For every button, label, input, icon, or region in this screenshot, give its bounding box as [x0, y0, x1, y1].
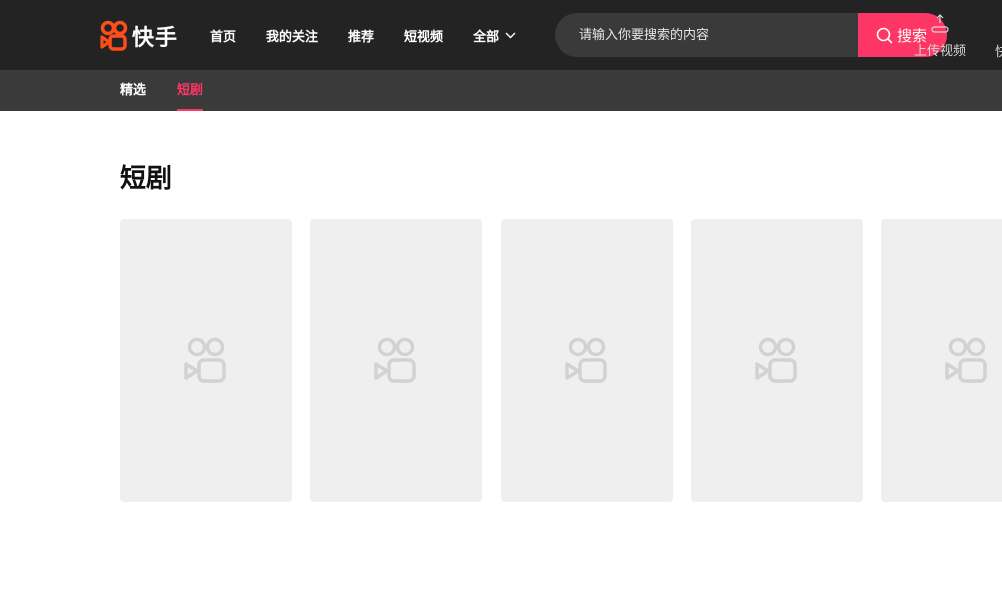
nav-item-label: 全部 — [473, 29, 500, 45]
camera-logo-icon — [565, 337, 607, 383]
search-input[interactable] — [555, 13, 855, 57]
camera-logo-icon — [945, 337, 987, 383]
nav-item-label: 短视频 — [404, 29, 444, 45]
drama-card[interactable] — [501, 219, 673, 502]
main-nav: 首页 我的关注 推荐 短视频 全部 — [210, 0, 546, 70]
nav-item-label: 推荐 — [348, 29, 375, 45]
chevron-down-icon — [505, 32, 516, 39]
camera-logo-icon — [374, 337, 416, 383]
brand-name: 快手 — [132, 26, 179, 51]
camera-logo-icon — [755, 337, 797, 383]
drama-card[interactable] — [881, 219, 1002, 502]
tab-short-drama[interactable]: 短剧 — [177, 70, 204, 111]
search-bar: 搜索 — [555, 13, 947, 57]
cut-off-menu-item[interactable]: 快 — [995, 41, 1002, 60]
kuaishou-logo[interactable]: 快手 — [100, 20, 178, 52]
tab-featured[interactable]: 精选 — [120, 70, 146, 111]
drama-card[interactable] — [691, 219, 863, 502]
section-title: 短剧 — [120, 164, 173, 194]
nav-item-short-video[interactable]: 短视频 — [404, 26, 443, 45]
nav-item-label: 我的关注 — [266, 29, 319, 45]
nav-item-following[interactable]: 我的关注 — [266, 26, 318, 45]
kuaishou-logo-icon — [100, 20, 128, 51]
drama-card[interactable] — [310, 219, 482, 502]
nav-item-recommend[interactable]: 推荐 — [348, 26, 374, 45]
upload-icon — [931, 14, 949, 33]
nav-item-home[interactable]: 首页 — [210, 26, 236, 45]
top-header: 快手 首页 我的关注 推荐 短视频 全部 搜索 上传视频 快 — [0, 0, 1002, 70]
tab-label: 短剧 — [177, 83, 204, 98]
upload-video-button[interactable]: 上传视频 — [910, 14, 970, 59]
camera-logo-icon — [184, 337, 226, 383]
drama-card[interactable] — [120, 219, 292, 502]
tab-label: 精选 — [120, 83, 147, 98]
nav-item-label: 首页 — [210, 29, 237, 45]
search-icon — [876, 27, 893, 43]
nav-item-all-dropdown[interactable]: 全部 — [473, 26, 516, 45]
upload-label: 上传视频 — [913, 44, 966, 59]
sub-nav: 精选 短剧 — [0, 70, 1002, 111]
